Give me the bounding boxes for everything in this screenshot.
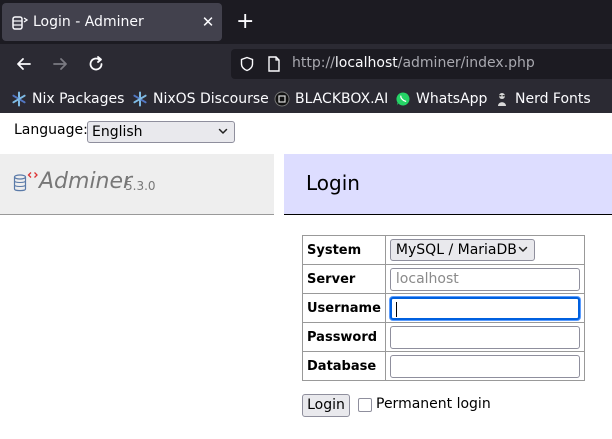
form-row-password: Password	[302, 322, 585, 352]
tab-login-adminer[interactable]: Login - Adminer ✕	[2, 3, 222, 41]
app-version[interactable]: 5.3.0	[125, 179, 156, 193]
form-row-username: Username	[302, 293, 585, 323]
text-caret	[395, 301, 397, 317]
back-arrow-icon[interactable]	[14, 54, 34, 74]
database-input[interactable]	[389, 354, 580, 378]
page-title: Login	[306, 171, 360, 195]
server-label: Server	[302, 264, 386, 294]
username-cell	[384, 293, 585, 323]
reload-icon[interactable]	[86, 54, 106, 74]
bookmark-label: Nix Packages	[32, 91, 125, 107]
nix-snowflake-icon	[133, 91, 147, 107]
forward-arrow-icon[interactable]	[50, 54, 70, 74]
password-input[interactable]	[389, 325, 580, 349]
bookmark-label: BLACKBOX.AI	[295, 91, 389, 107]
main-header: Login	[284, 154, 612, 215]
app-name[interactable]: Adminer	[39, 169, 132, 194]
permanent-login-label[interactable]: Permanent login	[376, 396, 491, 412]
bookmark-nix-packages[interactable]: Nix Packages	[11, 89, 124, 109]
username-input[interactable]	[389, 296, 580, 320]
tab-strip: Login - Adminer ✕ +	[0, 0, 612, 44]
page-info-icon[interactable]	[267, 56, 281, 72]
bookmark-label: WhatsApp	[416, 91, 488, 107]
bookmarks-toolbar: Nix Packages NixOS Discourse BLACKBOX.AI…	[0, 84, 612, 113]
tab-title: Login - Adminer	[33, 14, 144, 30]
bookmark-nixos-discourse[interactable]: NixOS Discourse	[132, 89, 269, 109]
server-input[interactable]: localhost	[389, 267, 580, 291]
password-label: Password	[302, 322, 386, 352]
username-label: Username	[302, 293, 386, 323]
url-host: localhost	[334, 55, 398, 71]
nerd-fonts-icon	[498, 93, 506, 106]
adminer-logo-icon	[13, 172, 38, 192]
form-row-database: Database	[302, 351, 585, 381]
system-select[interactable]: MySQL / MariaDB	[389, 239, 535, 261]
blackbox-icon	[274, 91, 290, 107]
adminer-favicon-icon	[12, 16, 28, 30]
url-text[interactable]: http://localhost/adminer/index.php	[292, 55, 535, 71]
bookmark-blackbox-ai[interactable]: BLACKBOX.AI	[274, 89, 388, 109]
tab-close-icon[interactable]: ✕	[200, 14, 216, 30]
system-selected-value: MySQL / MariaDB	[395, 242, 517, 258]
bookmark-whatsapp[interactable]: WhatsApp	[395, 89, 487, 109]
server-cell: localhost	[384, 264, 585, 294]
new-tab-icon[interactable]: +	[236, 11, 254, 33]
system-label: System	[302, 235, 386, 265]
page-content: Language: English Adminer 5.3.0 Login Sy…	[0, 113, 612, 439]
chevron-down-icon	[218, 128, 228, 134]
form-row-server: Server localhost	[302, 264, 585, 294]
address-bar[interactable]: http://localhost/adminer/index.php	[231, 49, 612, 79]
login-form-table: System MySQL / MariaDB Server localhost …	[302, 235, 585, 381]
shield-icon[interactable]	[239, 56, 255, 72]
password-cell	[384, 322, 585, 352]
system-cell: MySQL / MariaDB	[384, 235, 585, 265]
chevron-down-icon	[518, 246, 528, 252]
form-row-system: System MySQL / MariaDB	[302, 235, 585, 265]
whatsapp-icon	[396, 92, 410, 106]
language-select[interactable]: English	[87, 121, 235, 143]
database-label: Database	[302, 351, 386, 381]
login-button[interactable]: Login	[302, 394, 350, 417]
database-cell	[384, 351, 585, 381]
bookmark-label: NixOS Discourse	[153, 91, 269, 107]
language-label: Language:	[14, 122, 88, 138]
sidebar-header: Adminer 5.3.0	[0, 154, 274, 215]
bookmark-label: Nerd Fonts	[515, 91, 591, 107]
language-selected-value: English	[92, 124, 143, 140]
bookmark-nerd-fonts[interactable]: Nerd Fonts	[494, 89, 591, 109]
url-scheme: http://	[292, 55, 335, 71]
url-path: /adminer/index.php	[397, 55, 535, 71]
nix-snowflake-icon	[12, 91, 26, 107]
permanent-login-checkbox[interactable]	[358, 398, 372, 412]
